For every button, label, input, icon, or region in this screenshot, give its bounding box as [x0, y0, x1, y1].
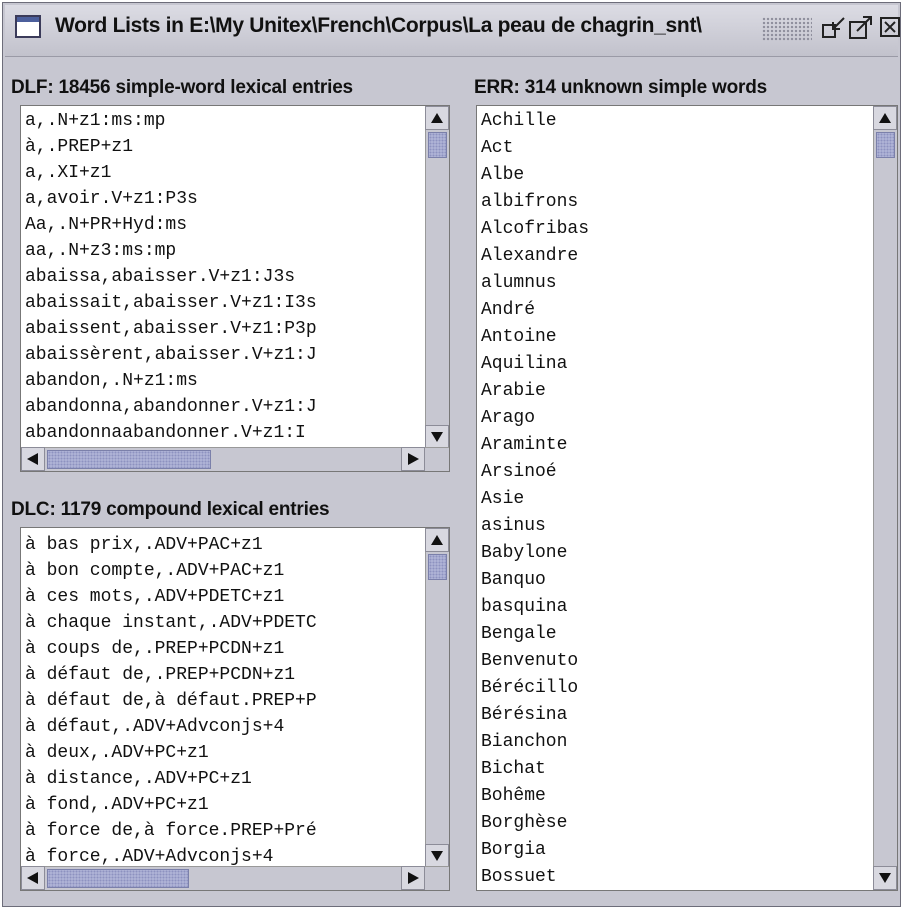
err-list-item[interactable]: Borghèse — [481, 810, 567, 836]
dlf-list-item[interactable]: a,avoir.V+z1:P3s — [25, 186, 198, 212]
dlc-scroll-up-button[interactable] — [425, 528, 449, 552]
dlc-vertical-scrollbar[interactable] — [425, 528, 449, 868]
dlf-scroll-up-button[interactable] — [425, 106, 449, 130]
dlf-list-item[interactable]: aa,.N+z3:ms:mp — [25, 238, 176, 264]
err-list-item[interactable]: Achille — [481, 108, 557, 134]
dlc-list-item[interactable]: à force de,à force.PREP+Pré — [25, 818, 317, 844]
dlc-scroll-left-button[interactable] — [21, 866, 45, 890]
dlf-list-item[interactable]: a,.N+z1:ms:mp — [25, 108, 165, 134]
err-list[interactable]: Achille Act Albe albifrons Alcofribas Alexand… — [476, 105, 898, 891]
dlf-vertical-scrollbar[interactable] — [425, 106, 449, 449]
err-list-item[interactable]: Babylone — [481, 540, 567, 566]
dlc-horizontal-scrollbar[interactable] — [21, 866, 449, 890]
err-list-item[interactable]: albifrons — [481, 189, 578, 215]
err-list-item[interactable]: Arago — [481, 405, 535, 431]
dlc-horizontal-scroll-thumb[interactable] — [47, 869, 189, 888]
dlf-list-item[interactable]: abaissa,abaisser.V+z1:J3s — [25, 264, 295, 290]
dlf-list-item[interactable]: à,.PREP+z1 — [25, 134, 133, 160]
dlf-list-item[interactable]: abaissent,abaisser.V+z1:P3p — [25, 316, 317, 342]
dlc-scroll-right-button[interactable] — [401, 866, 425, 890]
dlc-vertical-scroll-thumb[interactable] — [428, 554, 447, 580]
word-lists-window: Word Lists in E:\My Unitex\French\Corpus… — [2, 2, 901, 907]
dlc-list-item[interactable]: à défaut de,à défaut.PREP+P — [25, 688, 317, 714]
err-list-item[interactable]: Antoine — [481, 324, 557, 350]
err-vertical-scrollbar[interactable] — [873, 106, 897, 890]
err-list-item[interactable]: Bianchon — [481, 729, 567, 755]
dlf-horizontal-scrollbar[interactable] — [21, 447, 449, 471]
err-list-item[interactable]: Alcofribas — [481, 216, 589, 242]
dlf-list-item[interactable]: a,.XI+z1 — [25, 160, 111, 186]
err-list-item[interactable]: Bérésina — [481, 702, 567, 728]
dlf-scroll-down-button[interactable] — [425, 425, 449, 449]
dlf-list-item[interactable]: abaissait,abaisser.V+z1:I3s — [25, 290, 317, 316]
dlf-scroll-left-button[interactable] — [21, 447, 45, 471]
dlf-list-item[interactable]: abaissèrent,abaisser.V+z1:J — [25, 342, 317, 368]
dlf-label: DLF: 18456 simple-word lexical entries — [11, 77, 353, 98]
err-list-item[interactable]: Borgia — [481, 837, 546, 863]
err-list-item[interactable]: Araminte — [481, 432, 567, 458]
window-icon[interactable] — [15, 15, 41, 38]
err-label: ERR: 314 unknown simple words — [474, 77, 767, 98]
err-list-item[interactable]: Arabie — [481, 378, 546, 404]
err-list-item[interactable]: Asie — [481, 486, 524, 512]
dlc-list-item[interactable]: à défaut de,.PREP+PCDN+z1 — [25, 662, 295, 688]
err-list-item[interactable]: Aquilina — [481, 351, 567, 377]
dlc-list-item[interactable]: à deux,.ADV+PC+z1 — [25, 740, 209, 766]
dlf-list-item[interactable]: abandonna,abandonner.V+z1:J — [25, 394, 317, 420]
err-list-item[interactable]: Bichat — [481, 756, 546, 782]
dlc-list-item[interactable]: à bon compte,.ADV+PAC+z1 — [25, 558, 284, 584]
err-list-item[interactable]: asinus — [481, 513, 546, 539]
err-list-item[interactable]: Banquo — [481, 567, 546, 593]
dlf-list-item[interactable]: Aa,.N+PR+Hyd:ms — [25, 212, 187, 238]
err-list-item[interactable]: Albe — [481, 162, 524, 188]
dlc-list-item[interactable]: à bas prix,.ADV+PAC+z1 — [25, 532, 263, 558]
dlf-horizontal-scroll-thumb[interactable] — [47, 450, 211, 469]
err-list-item[interactable]: alumnus — [481, 270, 557, 296]
dlc-list-item[interactable]: à chaque instant,.ADV+PDETC — [25, 610, 317, 636]
dlc-scroll-down-button[interactable] — [425, 844, 449, 868]
dlc-list-item[interactable]: à coups de,.PREP+PCDN+z1 — [25, 636, 284, 662]
err-list-item[interactable]: Bérécillo — [481, 675, 578, 701]
err-list-item[interactable]: Bengale — [481, 621, 557, 647]
err-list-item[interactable]: Act — [481, 135, 513, 161]
err-list-item[interactable]: Benvenuto — [481, 648, 578, 674]
err-scroll-up-button[interactable] — [873, 106, 897, 130]
dlc-list-item[interactable]: à distance,.ADV+PC+z1 — [25, 766, 252, 792]
dlf-list-item[interactable]: abandonnaabandonner.V+z1:I — [25, 420, 306, 446]
err-vertical-scroll-thumb[interactable] — [876, 132, 895, 158]
err-list-item[interactable]: Bohême — [481, 783, 546, 809]
dlf-scroll-right-button[interactable] — [401, 447, 425, 471]
title-bar[interactable]: Word Lists in E:\My Unitex\French\Corpus… — [5, 5, 900, 57]
err-list-item[interactable]: André — [481, 297, 535, 323]
err-list-item[interactable]: Alexandre — [481, 243, 578, 269]
close-icon[interactable] — [877, 14, 905, 42]
dlc-label: DLC: 1179 compound lexical entries — [11, 499, 330, 520]
dlf-list[interactable]: a,.N+z1:ms:mp à,.PREP+z1 a,.XI+z1 a,avoir.V… — [20, 105, 450, 472]
err-list-item[interactable]: Bossuet — [481, 864, 557, 890]
dlf-list-item[interactable]: abandon,.N+z1:ms — [25, 368, 198, 394]
dlc-list[interactable]: à bas prix,.ADV+PAC+z1 à bon compte,.ADV+… — [20, 527, 450, 891]
dlc-list-item[interactable]: à fond,.ADV+PC+z1 — [25, 792, 209, 818]
iconify-icon[interactable] — [820, 14, 848, 42]
window-title: Word Lists in E:\My Unitex\French\Corpus… — [55, 14, 702, 37]
err-list-item[interactable]: basquina — [481, 594, 567, 620]
dlc-list-item[interactable]: à défaut,.ADV+Advconjs+4 — [25, 714, 284, 740]
dlc-list-item[interactable]: à ces mots,.ADV+PDETC+z1 — [25, 584, 284, 610]
err-list-item[interactable]: Arsinoé — [481, 459, 557, 485]
dlf-vertical-scroll-thumb[interactable] — [428, 132, 447, 158]
err-scroll-down-button[interactable] — [873, 866, 897, 890]
title-grip — [762, 17, 812, 41]
maximize-icon[interactable] — [847, 14, 875, 42]
